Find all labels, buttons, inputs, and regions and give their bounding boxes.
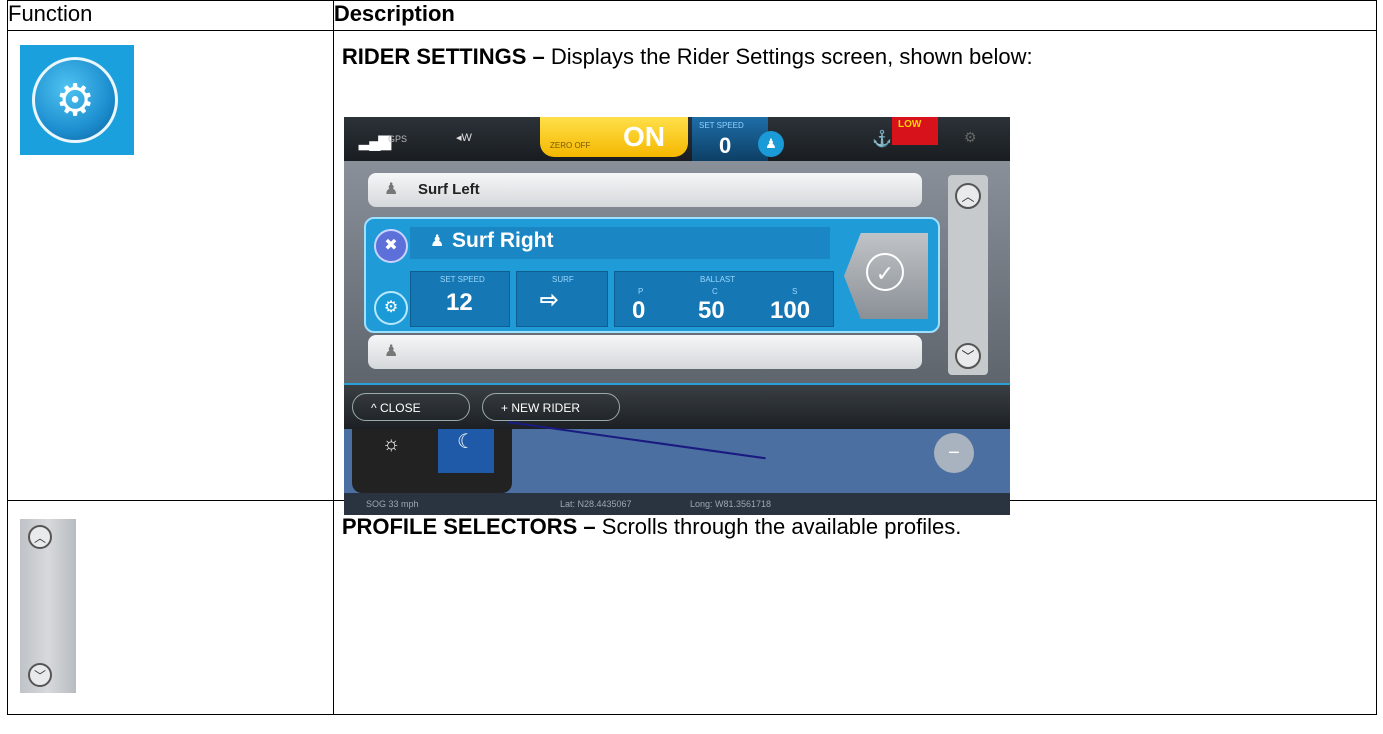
sog-readout: SOG 33 mph	[366, 499, 419, 509]
set-speed-label: SET SPEED	[699, 121, 744, 130]
surf-field-label: SURF	[552, 275, 574, 284]
set-speed-field-value: 12	[446, 289, 473, 316]
close-button[interactable]: ^ CLOSE	[352, 393, 470, 421]
delete-profile-icon[interactable]: ✖	[374, 229, 408, 263]
low-fuel-label: LOW	[898, 119, 922, 130]
bottom-bar: ^ CLOSE + NEW RIDER	[344, 383, 1010, 429]
header-description: Description	[332, 0, 1378, 31]
ballast-c-label: C	[712, 287, 718, 296]
description-cell-profile-selectors: PROFILE SELECTORS – Scrolls through the …	[332, 500, 1378, 715]
profile-name: Surf Right	[452, 229, 554, 252]
latitude-readout: Lat: N28.4435067	[560, 499, 632, 509]
ballast-c-value: 50	[698, 297, 725, 324]
zero-off-label: ZERO OFF	[550, 141, 591, 150]
route-line	[502, 421, 766, 499]
function-cell-rider-settings: ⚙	[7, 30, 334, 501]
map-view[interactable]: ☼ ☾ − SOG 33 mph Lat: N28.4435067 Long: …	[344, 421, 1010, 515]
ballast-p-value: 0	[632, 297, 646, 324]
rider-settings-text: Displays the Rider Settings screen, show…	[544, 44, 1033, 69]
sun-icon[interactable]: ☼	[382, 433, 400, 456]
map-status-bar: SOG 33 mph Lat: N28.4435067 Long: W81.35…	[344, 493, 1010, 515]
gps-label: GPS	[388, 134, 408, 144]
profile-name: Surf Left	[418, 181, 480, 198]
day-night-panel: ☼ ☾	[352, 429, 512, 493]
profile-row-empty[interactable]: ♟	[368, 335, 922, 369]
engine-icon: ⚙	[964, 129, 977, 145]
signal-icon: ▂▄▆	[359, 133, 391, 150]
scroll-down-button[interactable]: ﹀	[955, 343, 981, 369]
on-label: ON	[623, 121, 665, 152]
person-icon: ♟	[430, 233, 445, 250]
function-cell-profile-selectors: ︿ ﹀	[7, 500, 334, 715]
new-rider-button[interactable]: + NEW RIDER	[482, 393, 620, 421]
person-icon: ♟	[384, 181, 399, 198]
profile-selector-strip: ︿ ﹀	[20, 519, 76, 693]
rider-settings-description: RIDER SETTINGS – Displays the Rider Sett…	[334, 31, 1376, 70]
ballast-s-value: 100	[770, 297, 811, 324]
profile-selectors-title: PROFILE SELECTORS –	[341, 514, 596, 539]
longitude-readout: Long: W81.3561718	[690, 499, 772, 509]
status-bar: ▂▄▆ GPS ◂W ZERO OFF ON SET SPEED 0 ♟ ⚓ L…	[344, 117, 1010, 161]
ballast-s-label: S	[792, 287, 798, 296]
ballast-p-label: P	[638, 287, 644, 296]
set-speed-field-label: SET SPEED	[440, 275, 485, 284]
rider-settings-screen: ▂▄▆ GPS ◂W ZERO OFF ON SET SPEED 0 ♟ ⚓ L…	[344, 117, 1010, 515]
rider-settings-gear-icon: ⚙	[20, 45, 134, 155]
scroll-up-icon: ︿	[28, 525, 52, 549]
zoom-out-button[interactable]: −	[934, 433, 974, 473]
scroll-down-icon: ﹀	[28, 663, 52, 687]
surf-right-icon: ⇨	[540, 287, 559, 312]
profile-settings-gear-icon[interactable]: ⚙	[374, 291, 408, 325]
moon-icon[interactable]: ☾	[438, 429, 494, 473]
rider-icon[interactable]: ♟	[758, 131, 784, 157]
ballast-label: BALLAST	[700, 275, 736, 284]
profiles-panel: ♟ Surf Left ✖ ♟ Surf Right ⚙ SET SPEED 1…	[344, 161, 1010, 383]
profile-row-surf-left[interactable]: ♟ Surf Left	[368, 173, 922, 207]
rider-settings-title: RIDER SETTINGS –	[341, 44, 545, 69]
wind-indicator: ◂W	[456, 132, 472, 144]
person-icon: ♟	[384, 343, 399, 360]
zero-off-on-button[interactable]	[540, 117, 688, 157]
header-function: Function	[7, 0, 334, 31]
profile-selectors-text: Scrolls through the available profiles.	[595, 514, 962, 539]
scroll-up-button[interactable]: ︿	[955, 183, 981, 209]
check-icon: ✓	[866, 253, 904, 291]
set-speed-value: 0	[719, 133, 732, 158]
profile-row-surf-right-selected[interactable]: ✖ ♟ Surf Right ⚙ SET SPEED 12 SURF ⇨ BAL…	[364, 217, 940, 333]
anchor-icon: ⚓	[872, 131, 892, 148]
